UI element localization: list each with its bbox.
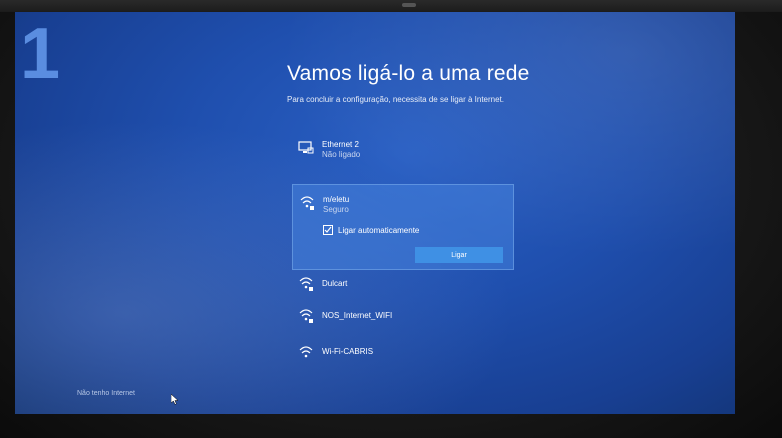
- connect-button[interactable]: Ligar: [415, 247, 503, 263]
- auto-connect-label: Ligar automaticamente: [338, 225, 420, 235]
- photo-of-monitor: Vamos ligá-lo a uma rede Para concluir a…: [0, 0, 782, 438]
- network-name: Ethernet 2: [322, 140, 359, 149]
- wifi-secured-icon: [299, 195, 315, 211]
- page-title: Vamos ligá-lo a uma rede: [287, 62, 530, 85]
- wifi-secured-icon: [298, 276, 314, 292]
- no-internet-link[interactable]: Não tenho Internet: [77, 390, 135, 397]
- wifi-icon: [298, 344, 314, 360]
- network-name: Wi-Fi-CABRIS: [322, 347, 374, 356]
- oobe-network-screen: Vamos ligá-lo a uma rede Para concluir a…: [15, 12, 735, 414]
- step-marker: 1: [20, 14, 61, 94]
- auto-connect-option[interactable]: Ligar automaticamente: [323, 225, 419, 235]
- network-name: NOS_Internet_WIFI: [322, 311, 393, 320]
- page-subtitle: Para concluir a configuração, necessita …: [287, 95, 505, 104]
- mouse-cursor-icon: [170, 392, 179, 405]
- network-item-selected[interactable]: m/eletu Seguro Ligar automaticamente Lig…: [292, 184, 514, 270]
- auto-connect-checkbox[interactable]: [323, 225, 333, 235]
- network-item-wifi-cabris[interactable]: Wi-Fi-CABRIS: [292, 342, 502, 364]
- checkmark-icon: [324, 226, 332, 233]
- network-name: m/eletu: [323, 195, 350, 204]
- network-name: Dulcart: [322, 279, 348, 288]
- wifi-secured-icon: [298, 308, 314, 324]
- network-item-ethernet[interactable]: Ethernet 2 Não ligado: [292, 138, 502, 166]
- network-status: Seguro: [323, 205, 349, 214]
- network-item-nos[interactable]: NOS_Internet_WIFI: [292, 306, 502, 328]
- network-status: Não ligado: [322, 150, 361, 159]
- monitor-bezel: [0, 0, 782, 12]
- ethernet-monitor-icon: [298, 140, 314, 156]
- network-item-dulcart[interactable]: Dulcart: [292, 274, 502, 296]
- bezel-logo: [402, 3, 416, 7]
